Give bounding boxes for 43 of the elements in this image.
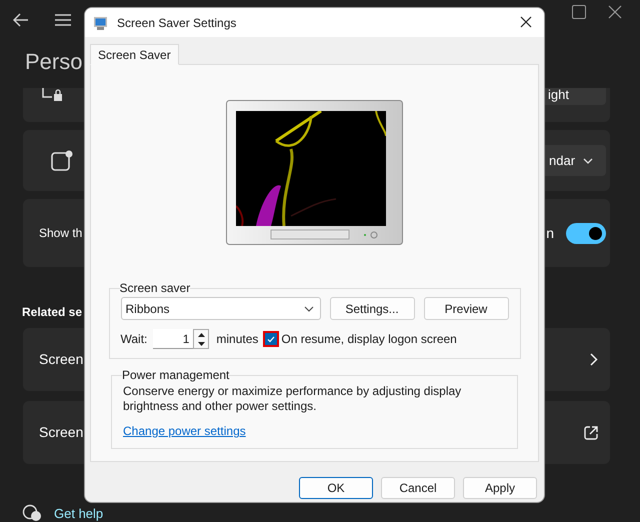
page-title: Perso [25, 49, 82, 75]
dialog-button[interactable]: Cancel [381, 477, 455, 499]
checkbox-label: On resume, display logon screen [281, 331, 457, 348]
help-chat-icon [22, 504, 42, 522]
chevron-down-icon [583, 158, 594, 164]
link[interactable]: Change power settings [123, 422, 246, 440]
back-arrow-icon [13, 13, 29, 27]
window-title: Screen Saver Settings [117, 14, 236, 32]
number-field[interactable]: 1 [153, 329, 194, 349]
arrow-down-icon [198, 342, 205, 346]
arrow-up-icon [198, 332, 205, 336]
toggle-switch[interactable] [566, 222, 606, 244]
dialog-button[interactable]: Apply [463, 477, 537, 499]
window-icon [51, 150, 73, 172]
chevron-down-icon [304, 306, 314, 312]
group-label: Power management [122, 367, 230, 384]
close-button[interactable] [520, 16, 534, 30]
screen-saver-icon [93, 14, 109, 30]
menu-icon [55, 14, 71, 26]
dialog-button[interactable]: OK [299, 477, 373, 499]
card-label: Screen [39, 350, 84, 369]
description-text: Conserve energy or maximize performance by adjusting display brightness and other power settings. [123, 384, 462, 414]
external-link-icon [584, 426, 598, 440]
maximize-button[interactable] [572, 5, 586, 19]
close-icon [520, 16, 532, 28]
dropdown[interactable]: Ribbons [120, 297, 320, 320]
help-link[interactable]: Get help [54, 504, 104, 522]
tab[interactable]: Screen Saver [90, 44, 179, 65]
dialog-button[interactable]: Preview [424, 297, 508, 320]
close-button[interactable] [608, 5, 622, 19]
card-label: Screen [39, 423, 84, 442]
section-heading: Related se [22, 304, 82, 321]
back-button[interactable] [12, 11, 30, 29]
lock-screen-icon [41, 88, 63, 102]
unit-label: minutes [216, 331, 258, 348]
chevron-right-icon [590, 353, 598, 366]
toggle-state-label: n [546, 224, 554, 242]
checkbox[interactable] [265, 333, 278, 345]
field-label: Wait: [120, 331, 148, 348]
group-label: Screen saver [120, 280, 190, 297]
close-icon [608, 5, 622, 19]
setting-label: Show th [39, 225, 82, 242]
dialog-button[interactable]: Settings... [330, 297, 414, 320]
